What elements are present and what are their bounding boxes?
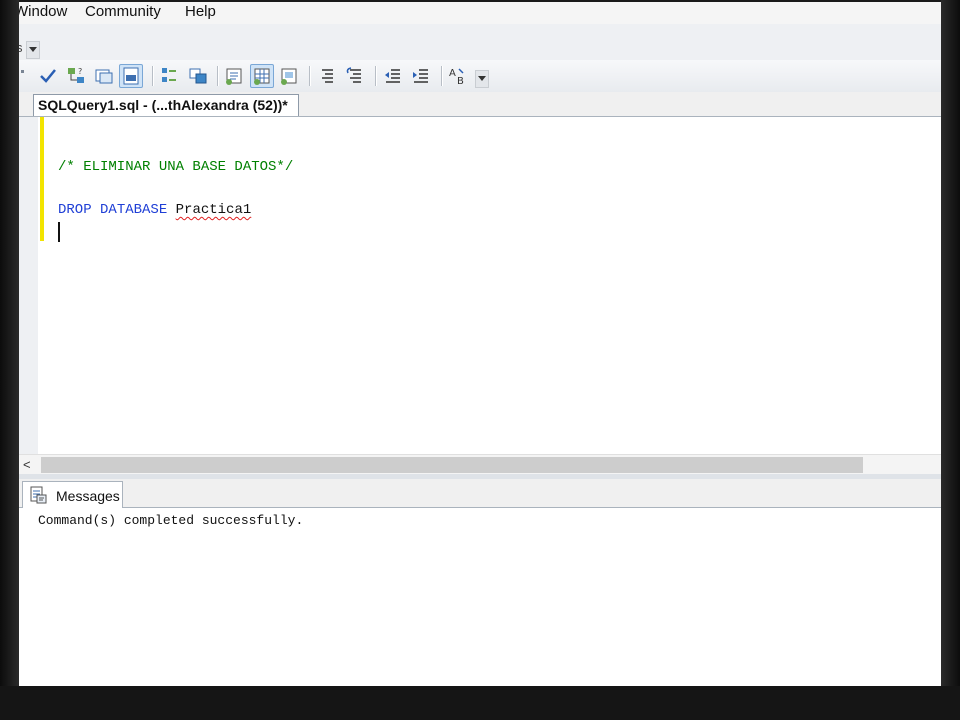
clipped-toolbar-text: s: [19, 40, 23, 55]
result-message: Command(s) completed successfully.: [38, 513, 304, 528]
editor-horizontal-scrollbar[interactable]: <: [19, 454, 941, 475]
scroll-left-arrow-icon[interactable]: <: [23, 457, 31, 472]
menu-community[interactable]: Community: [85, 3, 161, 20]
client-statistics-icon[interactable]: [187, 65, 209, 87]
editor-gutter: [19, 117, 38, 454]
screen-frame-bottom: [0, 686, 960, 720]
unsaved-changes-marker: [40, 117, 44, 241]
keyword-database: DATABASE: [100, 202, 168, 218]
toolbar-separator: [309, 66, 311, 86]
messages-icon: [29, 486, 47, 504]
results-to-file-icon[interactable]: [278, 65, 300, 87]
tab-messages[interactable]: Messages: [22, 481, 123, 508]
svg-text:?: ?: [78, 67, 82, 76]
keyword-drop: DROP: [58, 202, 92, 218]
results-to-grid-icon[interactable]: [250, 64, 274, 88]
tab-label: SQLQuery1.sql - (...thAlexandra (52))*: [38, 97, 288, 113]
results-to-text-icon[interactable]: [223, 65, 245, 87]
query-editor[interactable]: /* ELIMINAR UNA BASE DATOS*/ DROP DATABA…: [19, 117, 941, 454]
screen-frame-right: [941, 0, 960, 720]
toolbar-separator: [441, 66, 443, 86]
messages-tab-label: Messages: [56, 488, 120, 504]
toolbar-separator: [217, 66, 219, 86]
results-tab-bar: Messages: [19, 479, 941, 508]
parse-checkmark-icon[interactable]: [37, 65, 59, 87]
screen-frame-left: [0, 0, 19, 720]
toolbar-separator: [375, 66, 377, 86]
comment-lines-icon[interactable]: [316, 65, 338, 87]
menu-bar: Window Community Help: [19, 2, 941, 24]
tab-sqlquery1[interactable]: SQLQuery1.sql - (...thAlexandra (52))*: [33, 94, 299, 116]
text-caret: [58, 222, 60, 242]
specify-values-icon[interactable]: AB: [447, 65, 469, 87]
toolbar-overflow-button[interactable]: [26, 41, 40, 59]
toolbar-grip[interactable]: [21, 70, 24, 73]
code-comment-line: /* ELIMINAR UNA BASE DATOS*/: [58, 159, 294, 175]
increase-indent-icon[interactable]: [410, 65, 432, 87]
specify-template-values-icon[interactable]: [119, 64, 143, 88]
svg-text:A: A: [449, 68, 456, 79]
menu-help[interactable]: Help: [185, 3, 216, 20]
toolbar-separator: [152, 66, 154, 86]
display-estimated-plan-icon[interactable]: ?: [65, 65, 87, 87]
ssms-window: Window Community Help s ? A B SQLQuery1.…: [19, 2, 941, 686]
toolbar-strip: s: [19, 24, 941, 60]
sql-editor-toolbar: ? A B: [19, 60, 941, 93]
svg-text:B: B: [457, 76, 464, 87]
include-actual-plan-icon[interactable]: [159, 65, 181, 87]
scrollbar-thumb[interactable]: [41, 457, 863, 473]
database-identifier: Practica1: [175, 202, 252, 218]
uncomment-lines-icon[interactable]: [344, 65, 366, 87]
document-tab-bar: SQLQuery1.sql - (...thAlexandra (52))*: [19, 92, 941, 117]
query-designer-icon[interactable]: [93, 65, 115, 87]
results-pane: Messages Command(s) completed successful…: [19, 479, 941, 686]
decrease-indent-icon[interactable]: [382, 65, 404, 87]
toolbar-overflow-button[interactable]: [475, 70, 489, 88]
menu-window[interactable]: Window: [19, 3, 67, 20]
code-drop-line: DROP DATABASE Practica1: [58, 202, 251, 218]
